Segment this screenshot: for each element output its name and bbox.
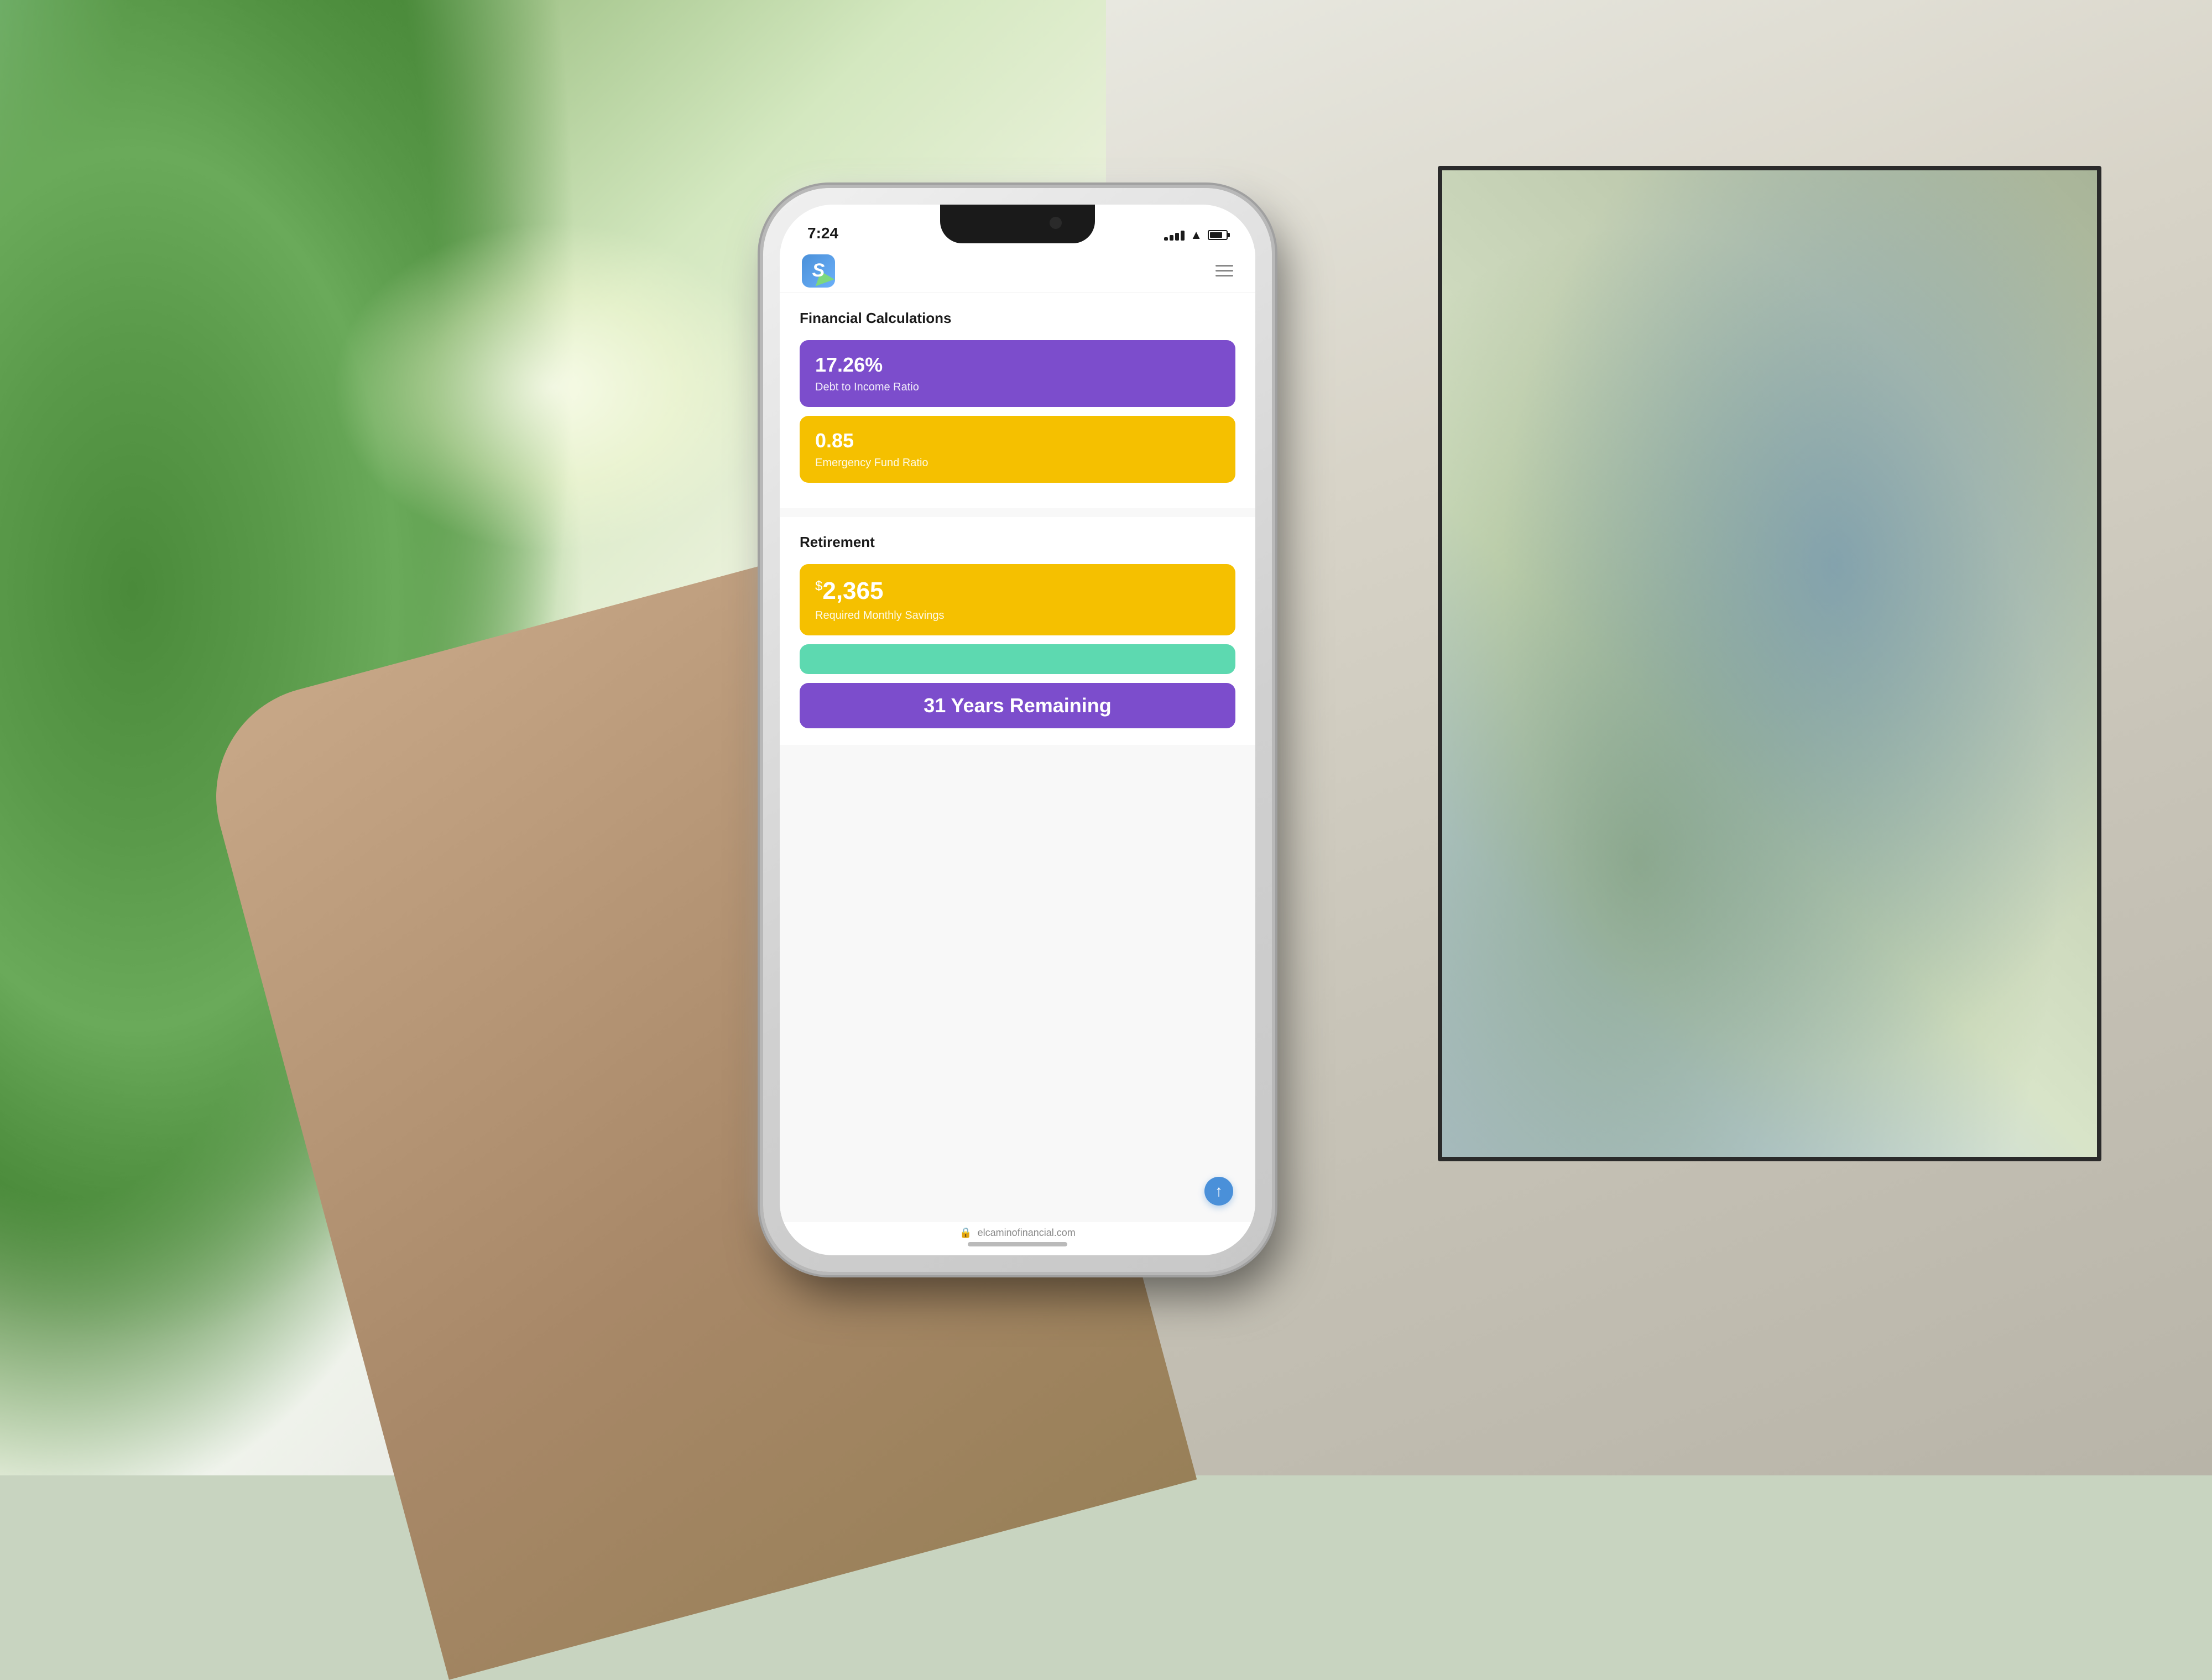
status-icons: ▲ (1164, 228, 1228, 242)
home-indicator (968, 1242, 1067, 1246)
signal-icon (1164, 229, 1185, 241)
monthly-savings-card: $2,365 Required Monthly Savings (800, 564, 1235, 635)
financial-section-title: Financial Calculations (800, 310, 1235, 327)
logo-letter: S (812, 260, 825, 281)
debt-income-card: 17.26% Debt to Income Ratio (800, 340, 1235, 407)
app-content: Financial Calculations 17.26% Debt to In… (780, 293, 1255, 1222)
app-logo: S (802, 254, 835, 288)
years-remaining-card: 31 Years Remaining (800, 683, 1235, 728)
map-content (1442, 170, 2097, 1157)
battery-icon (1208, 230, 1228, 240)
hamburger-line-3 (1215, 275, 1233, 276)
signal-bar-1 (1164, 237, 1168, 241)
iphone-device: 7:24 ▲ S (763, 188, 1272, 1272)
map-frame (1438, 166, 2101, 1161)
currency-prefix: $ (815, 578, 822, 593)
lock-icon: 🔒 (959, 1227, 972, 1239)
battery-fill (1210, 232, 1222, 238)
emergency-fund-value: 0.85 (815, 429, 1220, 452)
notch (940, 205, 1095, 243)
progress-card (800, 644, 1235, 674)
savings-amount: 2,365 (822, 577, 883, 604)
hamburger-line-1 (1215, 265, 1233, 267)
wall-right (1106, 0, 2212, 1475)
fab-button[interactable]: ↑ (1204, 1177, 1233, 1206)
app-header: S (780, 249, 1255, 293)
financial-section: Financial Calculations 17.26% Debt to In… (780, 293, 1255, 508)
wifi-icon: ▲ (1190, 228, 1202, 242)
iphone-screen: 7:24 ▲ S (780, 205, 1255, 1255)
camera (1050, 217, 1062, 229)
hamburger-menu[interactable] (1215, 265, 1233, 276)
hamburger-line-2 (1215, 270, 1233, 272)
debt-income-label: Debt to Income Ratio (815, 381, 1220, 394)
retirement-section-title: Retirement (800, 534, 1235, 551)
emergency-fund-label: Emergency Fund Ratio (815, 457, 1220, 469)
signal-bar-4 (1181, 231, 1185, 241)
monthly-savings-label: Required Monthly Savings (815, 609, 1220, 622)
signal-bar-3 (1175, 233, 1179, 241)
signal-bar-2 (1170, 235, 1173, 241)
url-text: elcaminofinancial.com (978, 1227, 1076, 1239)
window-light (332, 221, 774, 553)
monthly-savings-value: $2,365 (815, 577, 1220, 605)
debt-income-value: 17.26% (815, 353, 1220, 377)
retirement-section: Retirement $2,365 Required Monthly Savin… (780, 517, 1255, 745)
years-remaining-value: 31 Years Remaining (815, 694, 1220, 717)
fab-icon: ↑ (1215, 1182, 1223, 1200)
url-bar: 🔒 elcaminofinancial.com (780, 1227, 1255, 1239)
emergency-fund-card: 0.85 Emergency Fund Ratio (800, 416, 1235, 483)
